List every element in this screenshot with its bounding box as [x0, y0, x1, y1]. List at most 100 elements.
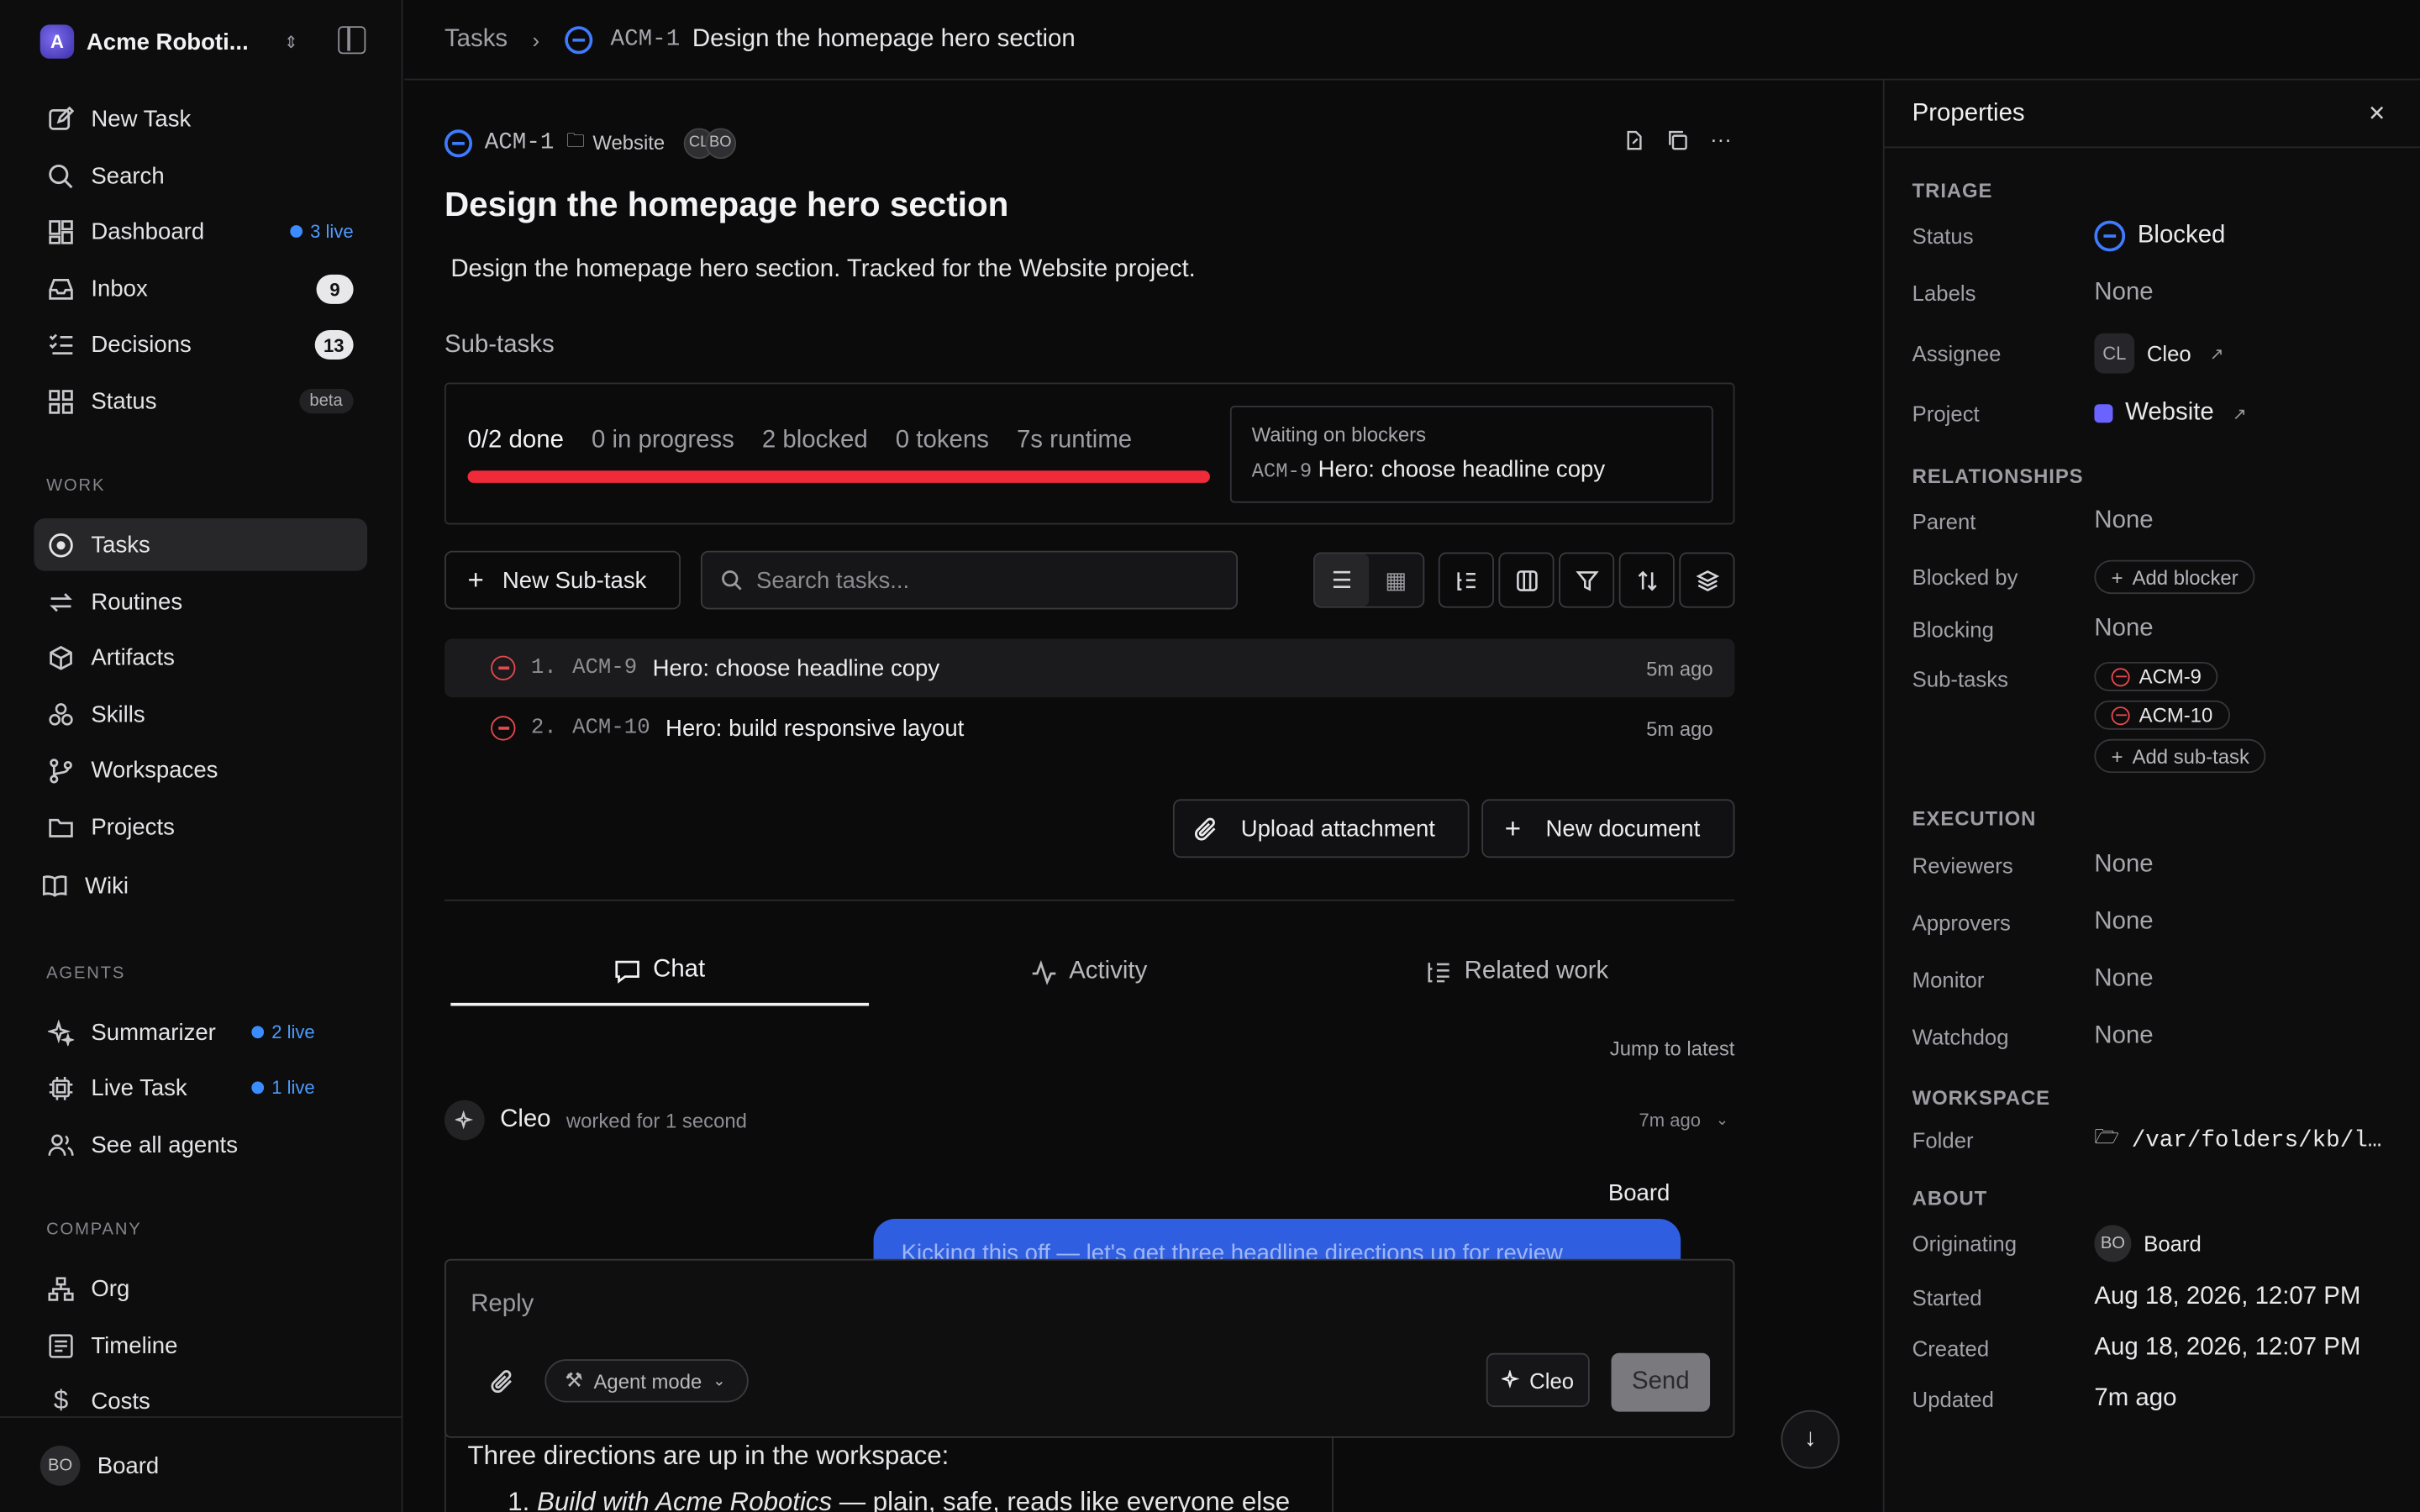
property-key: Monitor [1912, 967, 1985, 992]
sidebar-item-decisions[interactable]: Decisions 13 [34, 318, 367, 370]
chevron-updown-icon: ⇕ [283, 33, 298, 52]
property-value: None [2094, 279, 2154, 306]
property-key: Parent [1912, 509, 1976, 534]
workspace-switcher[interactable]: A Acme Roboti... ⇕ [39, 22, 365, 62]
sidebar-item-status[interactable]: Status beta [34, 375, 367, 427]
blocker-row[interactable]: ACM-9 Hero: choose headline copy [1252, 457, 1691, 483]
property-watchdog[interactable]: Watchdog None [1912, 1018, 2407, 1055]
folder-icon [48, 814, 74, 840]
breadcrumb-tasks-link[interactable]: Tasks [445, 25, 508, 53]
chat-author: Cleo [500, 1105, 551, 1133]
more-options-icon[interactable]: ··· [1710, 128, 1732, 151]
property-approvers[interactable]: Approvers None [1912, 904, 2407, 941]
workspace-logo: A [39, 24, 75, 59]
blockers-panel[interactable]: Waiting on blockers ACM-9 Hero: choose he… [1229, 406, 1713, 503]
sidebar-item-dashboard[interactable]: Dashboard 3 live [34, 205, 367, 257]
new-document-button[interactable]: + New document [1481, 799, 1735, 858]
avatar: BO [2094, 1225, 2132, 1263]
property-monitor[interactable]: Monitor None [1912, 961, 2407, 998]
task-detail: ACM-1 🗀 Website CL BO ··· Design the home… [404, 81, 1883, 1512]
property-parent[interactable]: Parent None [1912, 503, 2407, 540]
external-link-icon[interactable]: ↗ [2233, 403, 2247, 423]
tree-view-icon[interactable] [1438, 552, 1494, 608]
current-user[interactable]: BO Board [0, 1416, 403, 1512]
sidebar-item-tasks[interactable]: Tasks [34, 518, 368, 571]
collapse-sidebar-icon[interactable] [338, 26, 366, 55]
sidebar-item-live-task[interactable]: Live Task 1 live [34, 1062, 367, 1114]
board-view-icon[interactable]: ▦ [1369, 554, 1423, 606]
new-document-label: New document [1545, 815, 1701, 842]
tab-chat[interactable]: Chat [450, 938, 870, 1006]
arrow-down-icon[interactable]: ↓ [1781, 1410, 1840, 1469]
plus-icon: + [2111, 744, 2123, 768]
new-subtask-button[interactable]: + New Sub-task [444, 550, 681, 610]
chat-run-entry[interactable]: Cleo worked for 1 second 7m ago ⌄ [444, 1100, 1734, 1141]
close-icon[interactable]: ✕ [2368, 100, 2386, 126]
property-reviewers[interactable]: Reviewers None [1912, 847, 2407, 884]
add-subtask-button[interactable]: + Add sub-task [2094, 738, 2267, 774]
sidebar-item-routines[interactable]: Routines [34, 575, 367, 627]
subtask-pill[interactable]: ACM-10 [2094, 700, 2230, 730]
sidebar-item-timeline[interactable]: Timeline [34, 1319, 367, 1371]
task-description[interactable]: Design the homepage hero section. Tracke… [450, 256, 1195, 284]
blockers-title: Waiting on blockers [1251, 423, 1427, 446]
status-value: Blocked [2137, 222, 2226, 249]
status-blocked-icon[interactable] [444, 129, 473, 157]
avatar: BO [704, 127, 736, 159]
project-chip[interactable]: 🗀 Website [566, 127, 665, 160]
tab-related-work[interactable]: Related work [1309, 938, 1726, 1006]
status-blocked-icon [2111, 667, 2130, 686]
send-button[interactable]: Send [1611, 1352, 1711, 1412]
duplicate-icon[interactable] [1667, 129, 1689, 151]
sidebar-item-see-all-agents[interactable]: See all agents [34, 1119, 367, 1171]
columns-icon[interactable] [1498, 552, 1555, 608]
section-label-workspace: WORKSPACE [1912, 1086, 2051, 1110]
sidebar-item-workspaces[interactable]: Workspaces [34, 743, 367, 795]
list-number: 1. [508, 1487, 530, 1512]
sidebar-item-label: Costs [91, 1388, 150, 1415]
status-blocked-icon [564, 25, 592, 54]
property-status[interactable]: Status Blocked [1912, 218, 2407, 255]
stat-in-progress: 0 in progress [591, 427, 734, 454]
tab-activity[interactable]: Activity [869, 938, 1308, 1006]
layers-icon[interactable] [1679, 552, 1735, 608]
property-assignee[interactable]: Assignee CL Cleo ↗ [1912, 333, 2407, 374]
property-updated: Updated 7m ago [1912, 1381, 2407, 1418]
sidebar-item-projects[interactable]: Projects [34, 801, 367, 853]
sidebar-item-skills[interactable]: Skills [34, 688, 367, 740]
add-blocker-button[interactable]: + Add blocker [2094, 559, 2255, 595]
sort-icon[interactable] [1618, 552, 1675, 608]
agent-picker[interactable]: Cleo [1486, 1352, 1590, 1408]
list-view-icon[interactable]: ☰ [1314, 554, 1370, 606]
subtask-pill-list: ACM-9 ACM-10 + Add sub-task [2094, 661, 2267, 774]
sidebar-item-new-task[interactable]: New Task [34, 92, 367, 144]
sidebar-item-summarizer[interactable]: Summarizer 2 live [34, 1006, 367, 1058]
table-row[interactable]: 2. ACM-10 Hero: build responsive layout … [445, 699, 1734, 758]
agent-mode-select[interactable]: ⚒ Agent mode ⌄ [544, 1359, 750, 1403]
paperclip-icon [1193, 816, 1219, 842]
sidebar-item-inbox[interactable]: Inbox 9 [34, 262, 367, 314]
subtask-pill-label: ACM-9 [2139, 664, 2202, 689]
table-row[interactable]: 1. ACM-9 Hero: choose headline copy 5m a… [444, 638, 1735, 698]
subtask-pill[interactable]: ACM-9 [2094, 661, 2219, 691]
property-project[interactable]: Project Website ↗ [1912, 395, 2407, 432]
property-folder[interactable]: Folder 🗁 /var/folders/kb/l… [1912, 1121, 2407, 1158]
sidebar-item-org[interactable]: Org [34, 1262, 367, 1314]
jump-to-latest-link[interactable]: Jump to latest [1610, 1037, 1735, 1060]
copy-link-icon[interactable] [1623, 129, 1645, 151]
reply-input[interactable]: Reply [471, 1291, 534, 1319]
property-originating[interactable]: Originating BO Board [1912, 1225, 2407, 1263]
search-tasks-input[interactable]: Search tasks... [700, 550, 1239, 610]
sidebar-item-artifacts[interactable]: Artifacts [34, 631, 367, 683]
paperclip-icon[interactable] [489, 1368, 515, 1394]
filter-icon[interactable] [1559, 552, 1615, 608]
skills-icon [48, 701, 74, 727]
project-color-dot [2094, 404, 2113, 423]
external-link-icon[interactable]: ↗ [2210, 344, 2224, 364]
sidebar-item-label: Tasks [91, 531, 150, 558]
property-labels[interactable]: Labels None [1912, 275, 2407, 312]
sidebar-item-search[interactable]: Search [34, 150, 367, 202]
upload-attachment-button[interactable]: Upload attachment [1172, 799, 1470, 858]
sidebar-item-wiki[interactable]: Wiki [28, 859, 361, 911]
property-blocking[interactable]: Blocking None [1912, 611, 2407, 648]
